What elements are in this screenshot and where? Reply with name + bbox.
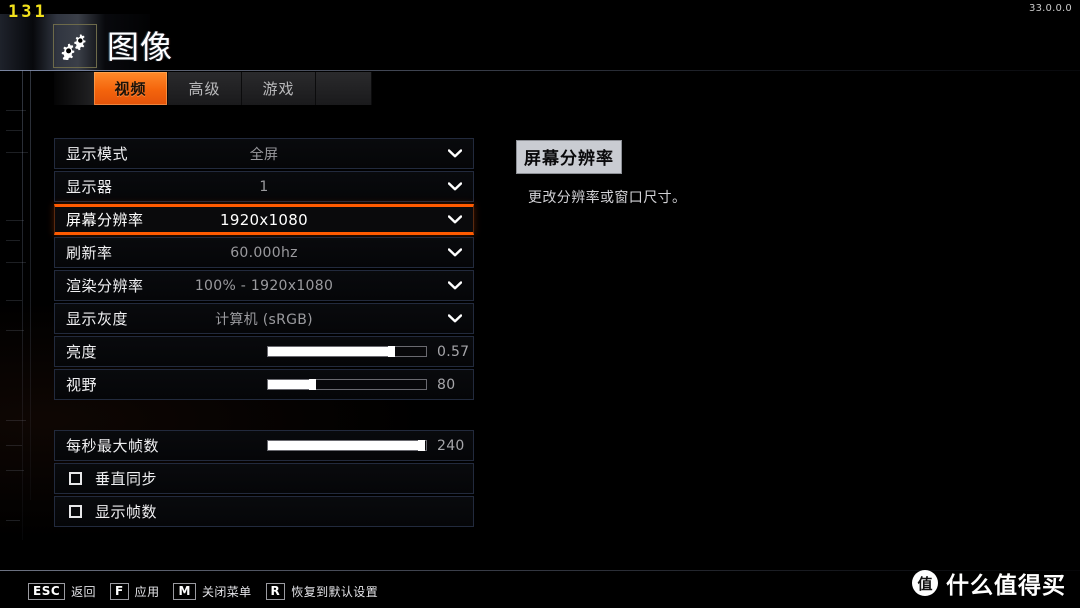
game-video-settings-screen: 131 33.0.0.0 图像 视频 高级 游戏 显示模式 全屏 显示器 1 屏…: [0, 0, 1080, 608]
setting-row-screen-resolution[interactable]: 屏幕分辨率 1920x1080: [54, 204, 474, 235]
slider-handle[interactable]: [388, 346, 396, 357]
slider-fill: [268, 441, 422, 450]
hint-close-menu[interactable]: M 关闭菜单: [173, 582, 252, 600]
watermark-logo-icon: 值: [912, 570, 938, 596]
setting-row-vsync[interactable]: 垂直同步: [54, 463, 474, 494]
setting-row-monitor[interactable]: 显示器 1: [54, 171, 474, 202]
setting-row-display-mode[interactable]: 显示模式 全屏: [54, 138, 474, 169]
slider-handle[interactable]: [418, 440, 426, 451]
footer-hints: ESC 返回 F 应用 M 关闭菜单 R 恢复到默认设置: [28, 580, 392, 602]
slider-value: 240: [437, 437, 465, 454]
hint-back[interactable]: ESC 返回: [28, 582, 96, 600]
slider-value: 0.57: [437, 343, 470, 360]
tab-gameplay[interactable]: 游戏: [242, 72, 316, 105]
setting-label: 亮度: [66, 343, 98, 361]
field-of-view-slider[interactable]: [267, 379, 427, 390]
settings-list: 显示模式 全屏 显示器 1 屏幕分辨率 1920x1080 刷新率 60.000…: [54, 138, 474, 529]
setting-label: 垂直同步: [95, 470, 158, 488]
hint-label: 应用: [134, 584, 160, 599]
setting-row-render-resolution[interactable]: 渲染分辨率 100% - 1920x1080: [54, 270, 474, 301]
settings-group-display: 显示模式 全屏 显示器 1 屏幕分辨率 1920x1080 刷新率 60.000…: [54, 138, 474, 400]
tab-advanced[interactable]: 高级: [168, 72, 242, 105]
setting-row-display-gamma[interactable]: 显示灰度 计算机 (sRGB): [54, 303, 474, 334]
keycap-f: F: [109, 582, 129, 600]
checkbox-vsync[interactable]: [69, 472, 82, 485]
version-label: 33.0.0.0: [1029, 3, 1072, 14]
setting-label: 显示器: [66, 178, 113, 196]
setting-label: 显示模式: [66, 145, 129, 163]
slider-handle[interactable]: [309, 379, 317, 390]
setting-label: 刷新率: [66, 244, 113, 262]
settings-group-performance: 每秒最大帧数 240 垂直同步 显示帧数: [54, 430, 474, 527]
slider-fill: [268, 380, 313, 389]
setting-row-refresh-rate[interactable]: 刷新率 60.000hz: [54, 237, 474, 268]
setting-value: 1: [259, 178, 269, 195]
hint-restore-defaults[interactable]: R 恢复到默认设置: [265, 582, 379, 600]
hint-label: 恢复到默认设置: [291, 584, 379, 599]
setting-label: 视野: [66, 376, 98, 394]
setting-label: 屏幕分辨率: [66, 211, 144, 229]
checkbox-show-fps[interactable]: [69, 505, 82, 518]
brightness-slider[interactable]: [267, 346, 427, 357]
gears-icon: [53, 24, 97, 68]
info-panel: 屏幕分辨率 更改分辨率或窗口尺寸。: [516, 140, 976, 208]
setting-label: 每秒最大帧数: [66, 437, 160, 455]
info-panel-description: 更改分辨率或窗口尺寸。: [528, 190, 687, 206]
chevron-down-icon[interactable]: [448, 281, 462, 290]
setting-value: 60.000hz: [230, 244, 298, 261]
chevron-down-icon[interactable]: [448, 248, 462, 257]
watermark: 值 什么值得买: [912, 566, 1066, 600]
setting-label: 显示灰度: [66, 310, 129, 328]
setting-row-max-fps[interactable]: 每秒最大帧数 240: [54, 430, 474, 461]
chevron-down-icon[interactable]: [448, 314, 462, 323]
slider-value: 80: [437, 376, 456, 393]
keycap-esc: ESC: [28, 582, 66, 600]
page-header: 图像: [0, 16, 1080, 70]
tab-empty[interactable]: [316, 72, 372, 105]
keycap-r: R: [265, 582, 286, 600]
setting-label: 渲染分辨率: [66, 277, 144, 295]
setting-row-brightness[interactable]: 亮度 0.57: [54, 336, 474, 367]
setting-row-show-fps[interactable]: 显示帧数: [54, 496, 474, 527]
keycap-m: M: [173, 582, 196, 600]
chevron-down-icon[interactable]: [448, 215, 462, 224]
hint-apply[interactable]: F 应用: [109, 582, 160, 600]
page-title: 图像: [107, 28, 174, 66]
watermark-text: 什么值得买: [946, 573, 1066, 599]
tab-video[interactable]: 视频: [94, 72, 168, 105]
setting-label: 显示帧数: [95, 503, 158, 521]
hint-label: 关闭菜单: [201, 584, 252, 599]
chevron-down-icon[interactable]: [448, 182, 462, 191]
tab-bar: 视频 高级 游戏: [54, 72, 372, 105]
tab-bar-lead: [54, 72, 94, 105]
hint-label: 返回: [71, 584, 96, 599]
slider-fill: [268, 347, 392, 356]
setting-row-field-of-view[interactable]: 视野 80: [54, 369, 474, 400]
info-panel-title: 屏幕分辨率: [516, 140, 622, 174]
max-fps-slider[interactable]: [267, 440, 427, 451]
header-divider: [0, 70, 1080, 71]
chevron-down-icon[interactable]: [448, 149, 462, 158]
